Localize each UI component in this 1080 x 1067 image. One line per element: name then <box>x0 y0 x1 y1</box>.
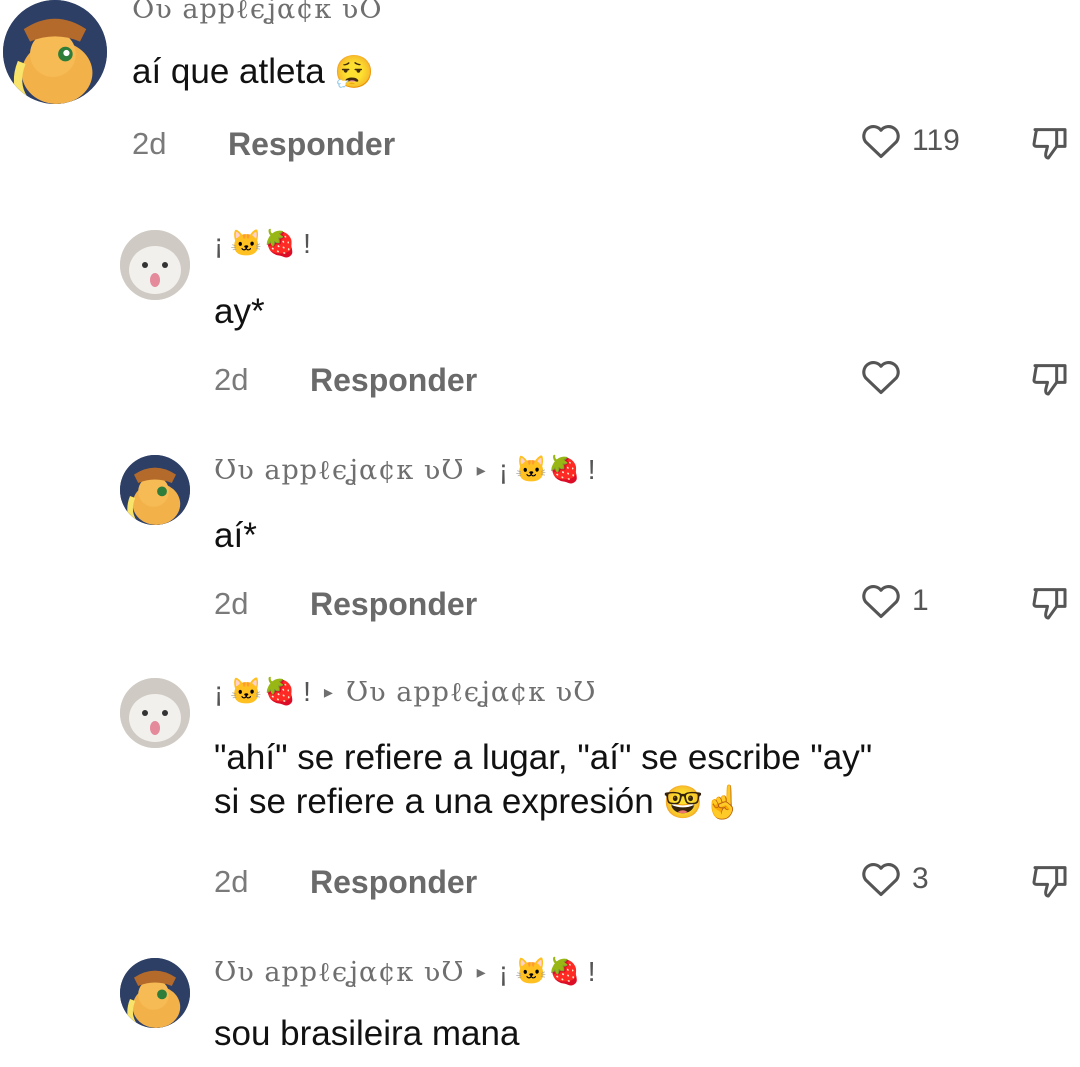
like-button[interactable] <box>860 358 902 396</box>
reply-suffix: ! <box>587 956 597 987</box>
username-prefix: ¡ <box>214 676 225 707</box>
cat-strawberry-emoji: 🐱🍓 <box>515 455 582 485</box>
dislike-button[interactable] <box>1030 582 1070 629</box>
reply-suffix: ! <box>587 454 597 485</box>
thumbs-down-icon <box>1032 866 1067 898</box>
cat-strawberry-emoji: 🐱🍓 <box>230 229 298 259</box>
reply-button[interactable]: Responder <box>310 362 477 399</box>
pony-icon <box>120 958 190 1028</box>
username-suffix: ! <box>303 228 312 259</box>
heart-outline-icon <box>862 125 900 159</box>
reply-prefix: ¡ <box>498 956 510 987</box>
comment-text-line-1: "ahí" se refiere a lugar, "aí" se escrib… <box>214 738 873 777</box>
comment-text-line-2-wrap: si se refiere a una expresión 🤓☝️ <box>214 780 872 824</box>
thumbs-down-icon <box>1032 128 1067 160</box>
cat-avatar[interactable] <box>120 678 190 748</box>
comment-meta: 2d Responder <box>132 126 532 166</box>
heart-outline-icon <box>862 361 900 395</box>
cat-strawberry-emoji: 🐱🍓 <box>515 957 582 987</box>
username-prefix: ¡ <box>214 228 225 259</box>
comment-meta: 2d Responder <box>214 586 614 626</box>
triangle-right-icon: ▸ <box>476 961 487 983</box>
username-text: Ʊʋ appℓєʝα¢к ʋƱ <box>214 454 465 486</box>
comment-username[interactable]: Ʊʋ appℓєʝα¢к ʋƱ ▸ ¡ 🐱🍓 ! <box>214 454 597 486</box>
like-button[interactable]: 119 <box>860 122 960 160</box>
cat-icon <box>120 678 190 748</box>
comment-meta: 2d Responder <box>214 362 614 402</box>
comment-time: 2d <box>132 126 167 161</box>
comment-username[interactable]: ¡ 🐱🍓 ! <box>214 228 312 260</box>
pony-icon <box>3 0 107 104</box>
dislike-button[interactable] <box>1030 122 1070 169</box>
dislike-button[interactable] <box>1030 860 1070 907</box>
comment-text-line-2: si se refiere a una expresión <box>214 782 654 821</box>
reply-button[interactable]: Responder <box>310 586 477 623</box>
like-button[interactable]: 1 <box>860 582 929 620</box>
reply-button[interactable]: Responder <box>310 864 477 901</box>
triangle-right-icon: ▸ <box>476 459 487 481</box>
comment-text: aí* <box>214 516 257 555</box>
triangle-right-icon: ▸ <box>323 681 334 703</box>
like-count: 3 <box>912 862 929 895</box>
applejack-avatar[interactable] <box>3 0 107 104</box>
nerd-face-emoji: 🤓☝️ <box>663 784 744 820</box>
comment-time: 2d <box>214 864 249 899</box>
thumbs-down-icon <box>1032 364 1067 396</box>
comment-text: ay* <box>214 292 265 331</box>
applejack-avatar[interactable] <box>120 455 190 525</box>
comment-time: 2d <box>214 362 249 397</box>
thumbs-down-icon <box>1032 588 1067 620</box>
comment-username[interactable]: Ʊʋ appℓєʝα¢к ʋƱ <box>132 0 383 25</box>
sighing-face-emoji: 😮‍💨 <box>334 54 375 90</box>
applejack-avatar[interactable] <box>120 958 190 1028</box>
comment-text: "ahí" se refiere a lugar, "aí" se escrib… <box>214 736 872 824</box>
comment-text: aí que atleta 😮‍💨 <box>132 50 374 94</box>
username-suffix: ! <box>303 676 312 707</box>
cat-icon <box>120 230 190 300</box>
heart-outline-icon <box>862 585 900 619</box>
comment-meta: 2d Responder <box>214 864 614 904</box>
comment-text: sou brasileira mana <box>214 1014 520 1053</box>
like-count: 119 <box>912 124 960 157</box>
reply-to-username: Ʊʋ appℓєʝα¢к ʋƱ <box>345 676 597 708</box>
comment-text-content: aí que atleta <box>132 52 325 91</box>
comment-time: 2d <box>214 586 249 621</box>
comment-username[interactable]: ¡ 🐱🍓 ! ▸ Ʊʋ appℓєʝα¢к ʋƱ <box>214 676 597 708</box>
reply-button[interactable]: Responder <box>228 126 395 163</box>
heart-outline-icon <box>862 863 900 897</box>
dislike-button[interactable] <box>1030 358 1070 405</box>
cat-strawberry-emoji: 🐱🍓 <box>230 677 298 707</box>
like-count: 1 <box>912 584 929 617</box>
cat-avatar[interactable] <box>120 230 190 300</box>
reply-prefix: ¡ <box>498 454 510 485</box>
comment-username[interactable]: Ʊʋ appℓєʝα¢к ʋƱ ▸ ¡ 🐱🍓 ! <box>214 956 597 988</box>
username-text: Ʊʋ appℓєʝα¢к ʋƱ <box>214 956 465 988</box>
pony-icon <box>120 455 190 525</box>
like-button[interactable]: 3 <box>860 860 929 898</box>
